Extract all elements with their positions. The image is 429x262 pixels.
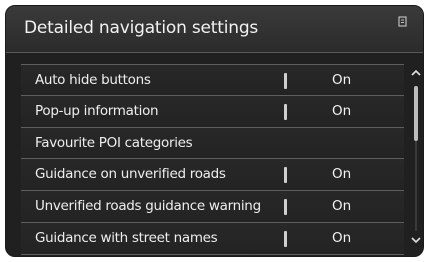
setting-label: Guidance on unverified roads [35, 166, 226, 183]
setting-label: Pop-up information [35, 102, 159, 119]
setting-value: On [332, 229, 352, 246]
toggle-indicator [284, 73, 287, 89]
settings-list: Auto hide buttons On Pop-up information … [21, 64, 404, 255]
chevron-down-icon[interactable] [410, 234, 422, 246]
setting-label: Auto hide buttons [35, 72, 151, 88]
toggle-indicator [284, 199, 287, 216]
settings-screen: Detailed navigation settings Auto hide b… [5, 5, 424, 257]
scroll-thumb[interactable] [414, 86, 418, 141]
setting-value: On [332, 166, 352, 183]
toggle-indicator [284, 230, 287, 247]
setting-label: Favourite POI categories [35, 134, 193, 151]
setting-row-guidance-street-names[interactable]: Guidance with street names On [21, 222, 404, 255]
title-bar: Detailed navigation settings [6, 6, 423, 53]
setting-row-unverified-roads-warning[interactable]: Unverified roads guidance warning On [21, 191, 404, 223]
setting-label: Unverified roads guidance warning [35, 198, 261, 215]
clipboard-icon [398, 16, 407, 27]
setting-value: On [332, 102, 352, 119]
setting-row-pop-up-information[interactable]: Pop-up information On [21, 95, 404, 128]
toggle-indicator [284, 103, 287, 120]
setting-row-guidance-unverified-roads[interactable]: Guidance on unverified roads On [21, 159, 404, 192]
setting-value: On [332, 198, 352, 215]
setting-row-favourite-poi-categories[interactable]: Favourite POI categories [21, 127, 404, 160]
chevron-up-icon[interactable] [410, 67, 422, 79]
toggle-indicator [284, 167, 287, 184]
scrollbar[interactable] [410, 64, 422, 254]
setting-row-auto-hide-buttons[interactable]: Auto hide buttons On [21, 64, 404, 96]
setting-label: Guidance with street names [35, 229, 218, 246]
page-title: Detailed navigation settings [24, 18, 259, 38]
setting-value: On [332, 72, 352, 88]
